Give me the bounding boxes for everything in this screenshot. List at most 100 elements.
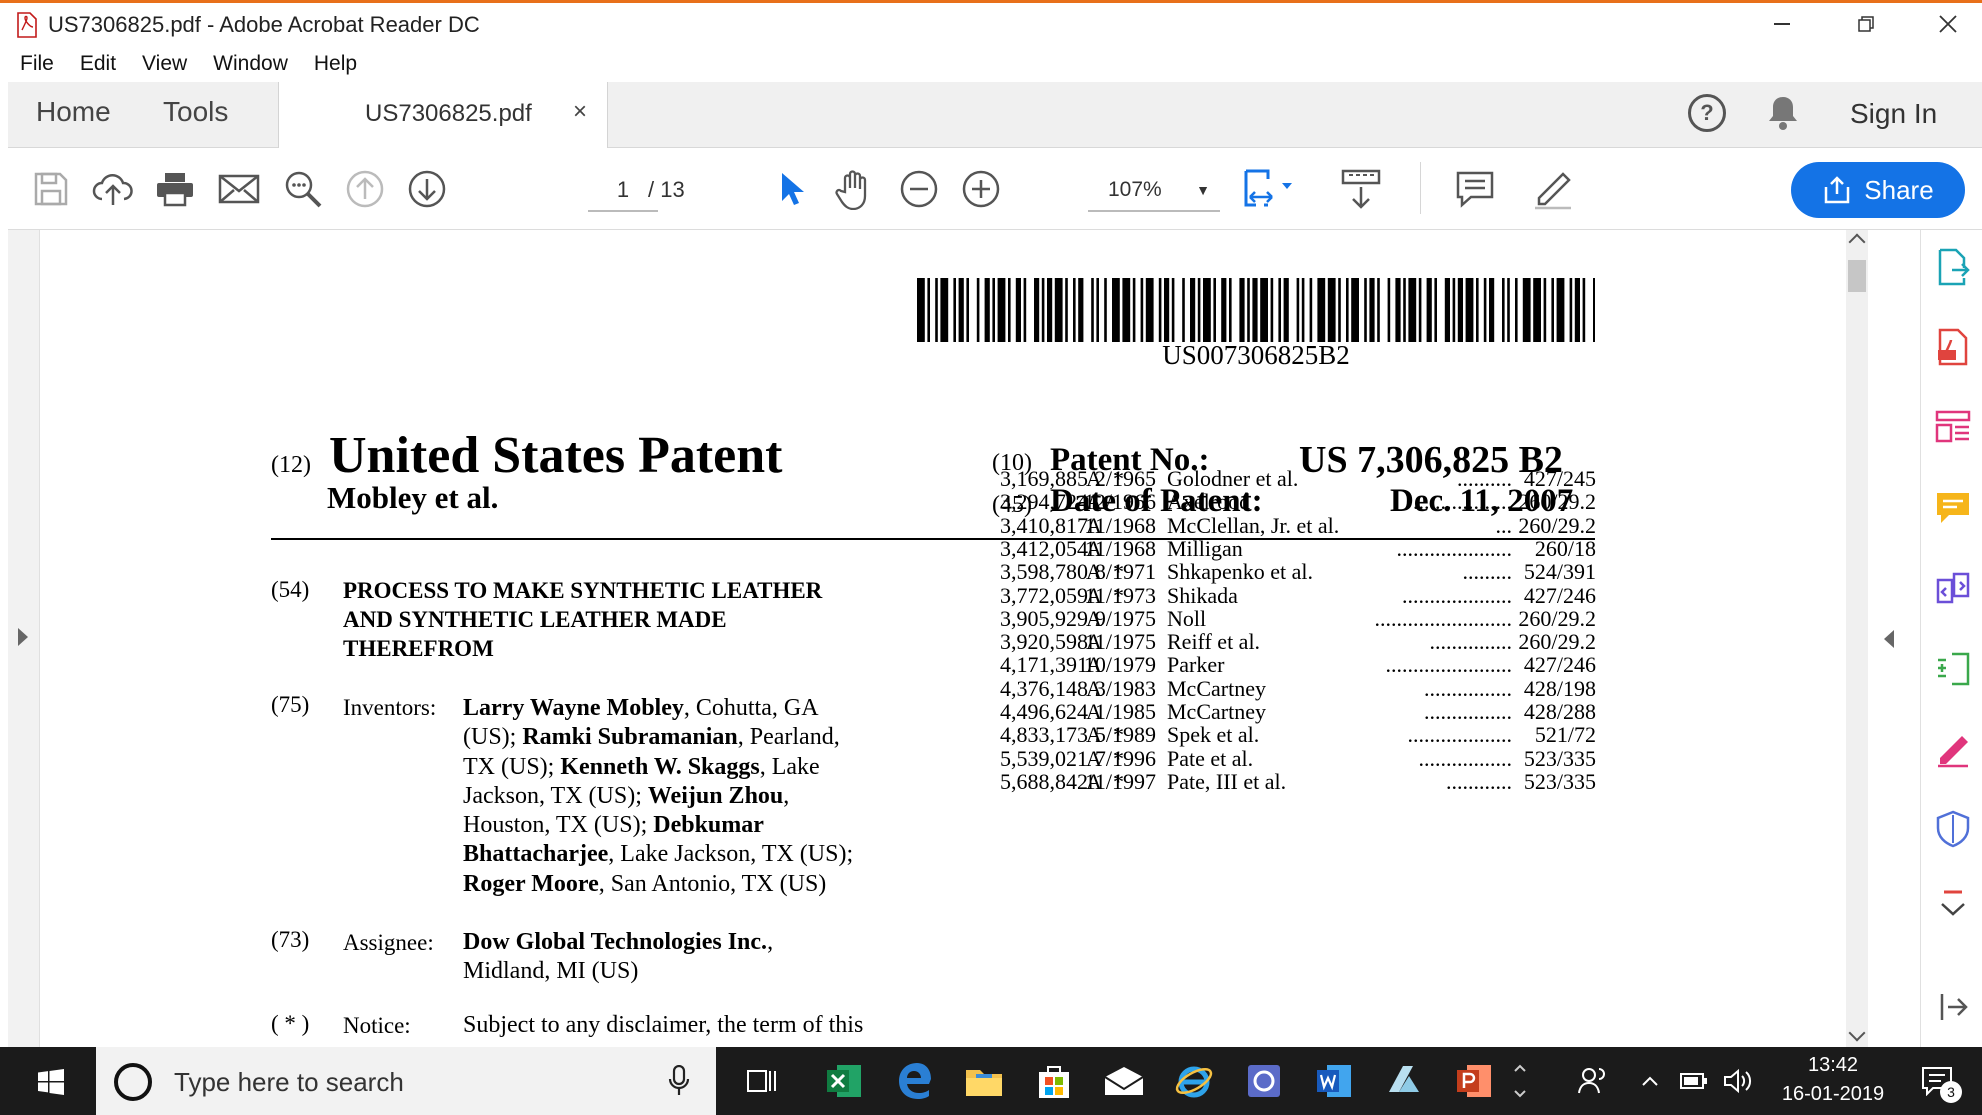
menu-edit[interactable]: Edit (80, 52, 116, 76)
hand-tool-button[interactable] (832, 166, 878, 212)
menu-file[interactable]: File (20, 52, 54, 76)
edit-pdf-icon[interactable] (1934, 650, 1972, 688)
inventor-location: , Lake Jackson, TX (US); (608, 841, 854, 868)
tab-home[interactable]: Home (36, 96, 111, 128)
barcode-bar (1078, 278, 1084, 342)
edge-app[interactable] (892, 1059, 936, 1103)
barcode-bar (1213, 278, 1216, 342)
comment-tool-icon[interactable] (1934, 490, 1972, 528)
fill-sign-tool-icon[interactable] (1934, 730, 1972, 768)
scrollbar-thumb[interactable] (1848, 260, 1866, 292)
previous-page-button[interactable] (342, 166, 388, 212)
document-viewer[interactable]: US007306825B2 (12) United States Patent … (40, 230, 1842, 1047)
store-app[interactable] (1032, 1059, 1076, 1103)
barcode-bar (1054, 278, 1063, 342)
restore-button[interactable] (1826, 4, 1906, 44)
find-button[interactable] (280, 166, 326, 212)
barcode-bar (1283, 278, 1289, 342)
windows-start-icon[interactable] (38, 1069, 64, 1095)
vertical-scrollbar[interactable] (1846, 230, 1868, 1047)
ref-dots: ... (1495, 512, 1513, 538)
barcode-bar (1015, 278, 1021, 342)
save-button[interactable] (28, 166, 74, 212)
taskbar-overflow[interactable] (1508, 1059, 1532, 1103)
invention-title: PROCESS TO MAKE SYNTHETIC LEATHER AND SY… (343, 576, 943, 663)
fit-page-button[interactable] (1238, 166, 1302, 212)
expand-navigation-pane-icon[interactable] (18, 628, 28, 646)
taskbar-search-box[interactable]: Type here to search (96, 1047, 716, 1115)
remote-desktop-app[interactable] (1242, 1059, 1286, 1103)
organize-pages-icon[interactable] (1934, 408, 1972, 446)
minimize-button[interactable] (1742, 4, 1822, 44)
ref-number: 4,496,624 (1000, 699, 1088, 724)
export-pdf-icon[interactable] (1934, 248, 1972, 286)
ref-date: 5/1989 (1094, 722, 1156, 748)
fill-sign-button[interactable] (1530, 166, 1576, 212)
zoom-in-button[interactable] (958, 166, 1004, 212)
protect-shield-icon[interactable] (1934, 810, 1972, 848)
comment-button[interactable] (1452, 166, 1498, 212)
mail-icon (1104, 1067, 1144, 1095)
menu-window[interactable]: Window (213, 52, 288, 76)
barcode-bar (1197, 278, 1201, 342)
system-clock[interactable]: 13:42 16-01-2019 (1778, 1051, 1888, 1109)
mail-app[interactable] (1102, 1059, 1146, 1103)
azure-app[interactable] (1382, 1059, 1426, 1103)
share-button[interactable]: Share (1791, 162, 1965, 218)
ref-date: 8/1971 (1094, 559, 1156, 585)
file-explorer-app[interactable] (962, 1059, 1006, 1103)
email-button[interactable] (216, 166, 262, 212)
next-page-button[interactable] (404, 166, 450, 212)
menu-view[interactable]: View (142, 52, 187, 76)
volume-control[interactable] (1722, 1059, 1754, 1103)
toolbar-divider (1420, 162, 1421, 214)
select-tool-button[interactable] (770, 166, 816, 212)
inventor-name: Roger Moore (463, 870, 599, 897)
code-75: (75) (271, 692, 310, 717)
show-hidden-icons-button[interactable] (1638, 1059, 1662, 1103)
zoom-in-icon (962, 170, 1000, 208)
help-icon[interactable]: ? (1688, 94, 1726, 132)
volume-icon (1724, 1068, 1752, 1094)
ref-class: 260/29.2 (1518, 489, 1596, 515)
ref-number: 3,905,929 (1000, 605, 1088, 631)
zoom-value: 107% (1108, 178, 1162, 201)
barcode-bar (1452, 278, 1456, 342)
upload-button[interactable] (90, 166, 136, 212)
word-app[interactable] (1312, 1059, 1356, 1103)
tab-document[interactable]: US7306825.pdf × (278, 82, 608, 148)
email-icon (218, 174, 260, 204)
chevron-up-down-icon (1514, 1064, 1526, 1098)
print-button[interactable] (152, 166, 198, 212)
scroll-mode-button[interactable] (1336, 166, 1386, 212)
collapse-pane-icon[interactable] (1934, 988, 1972, 1026)
sign-in-link[interactable]: Sign In (1850, 98, 1937, 130)
create-pdf-icon[interactable] (1934, 328, 1972, 366)
collapse-tools-pane-icon[interactable] (1884, 630, 1894, 648)
notifications-icon[interactable] (1766, 94, 1800, 132)
tab-tools[interactable]: Tools (163, 96, 228, 128)
zoom-out-button[interactable] (896, 166, 942, 212)
menu-help[interactable]: Help (314, 52, 357, 76)
task-view-button[interactable] (740, 1059, 784, 1103)
scroll-up-icon[interactable] (1848, 233, 1866, 251)
people-button[interactable] (1572, 1059, 1616, 1103)
excel-app[interactable] (822, 1059, 866, 1103)
more-tools-chevron-icon[interactable] (1934, 886, 1972, 920)
internet-explorer-app[interactable] (1172, 1059, 1216, 1103)
action-center-button[interactable]: 3 (1912, 1059, 1964, 1103)
ref-class: 428/288 (1523, 699, 1596, 724)
battery-indicator[interactable] (1680, 1059, 1708, 1103)
zoom-dropdown[interactable]: 107% ▼ (1088, 168, 1220, 212)
close-tab-icon[interactable]: × (573, 98, 587, 126)
microphone-icon[interactable] (668, 1065, 690, 1097)
compare-files-icon[interactable] (1934, 570, 1972, 608)
powerpoint-app[interactable] (1452, 1059, 1496, 1103)
inventor-location: , Lake (759, 753, 820, 780)
barcode-bar (1164, 278, 1170, 342)
close-window-button[interactable] (1908, 4, 1982, 44)
barcode-bar (1444, 278, 1450, 342)
inventor-line: Jackson, TX (US); Weijun Zhou, (463, 782, 853, 811)
barcode-bar (1041, 278, 1045, 342)
scroll-down-icon[interactable] (1848, 1024, 1866, 1042)
